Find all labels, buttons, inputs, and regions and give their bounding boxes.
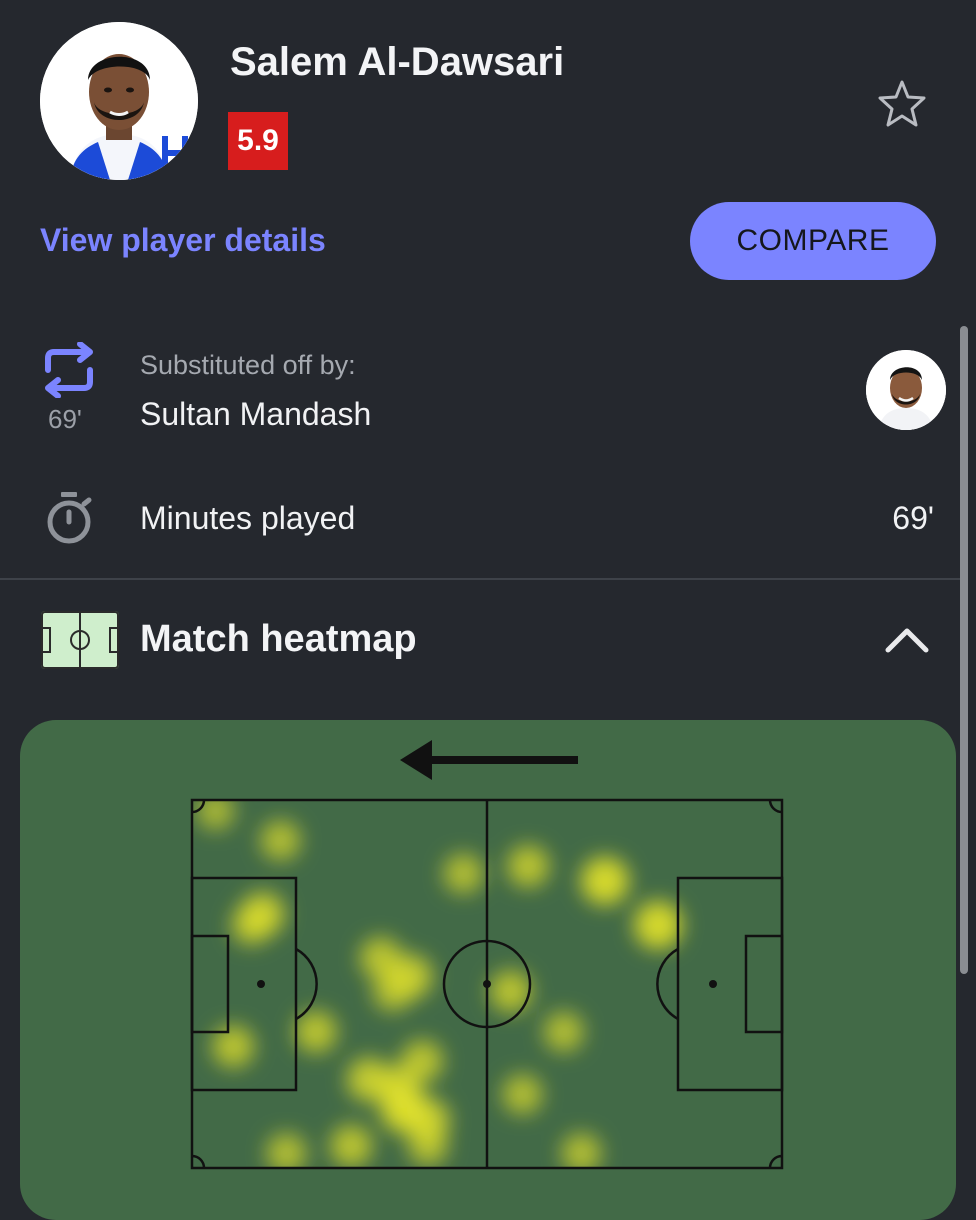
minutes-played-label: Minutes played	[140, 500, 356, 536]
heatmap-title: Match heatmap	[140, 618, 417, 660]
chevron-up-icon[interactable]	[884, 620, 930, 660]
heat-spot	[330, 1124, 373, 1167]
heat-spot	[507, 845, 550, 888]
club-badge-icon	[158, 132, 194, 176]
heat-spot	[581, 856, 629, 905]
substitute-player-avatar[interactable]	[866, 350, 946, 430]
stopwatch-icon	[44, 490, 94, 546]
arrow-left-icon	[400, 740, 578, 780]
pitch-spots	[257, 980, 717, 988]
player-avatar	[40, 22, 198, 180]
swap-arrows-icon	[40, 341, 98, 399]
heat-spot	[543, 1011, 584, 1052]
compare-button[interactable]: COMPARE	[690, 202, 936, 280]
heatmap-layer	[196, 800, 683, 1168]
pitch-icon	[40, 610, 120, 670]
rating-badge: 5.9	[228, 112, 288, 170]
heat-spot	[502, 1074, 543, 1115]
heat-spot	[372, 971, 413, 1012]
minutes-played-value: 69'	[892, 500, 934, 536]
heatmap-pitch	[190, 740, 784, 1170]
substitute-player-name[interactable]: Sultan Mandash	[140, 396, 371, 433]
substitution-minute: 69'	[48, 404, 82, 434]
favorite-star-icon[interactable]	[876, 78, 928, 130]
player-name: Salem Al-Dawsari	[230, 40, 565, 84]
heatmap-card	[20, 720, 956, 1220]
heat-spot	[231, 905, 271, 946]
player-photo	[866, 350, 946, 430]
heat-spot	[443, 853, 484, 894]
scrollbar[interactable]	[960, 326, 968, 974]
heat-spot	[260, 820, 301, 861]
heat-spot	[634, 901, 683, 950]
substitution-label: Substituted off by:	[140, 350, 356, 380]
heat-spot	[196, 800, 235, 831]
view-player-details-link[interactable]: View player details	[40, 222, 326, 259]
heat-spot	[408, 1125, 448, 1166]
section-divider	[0, 578, 960, 580]
